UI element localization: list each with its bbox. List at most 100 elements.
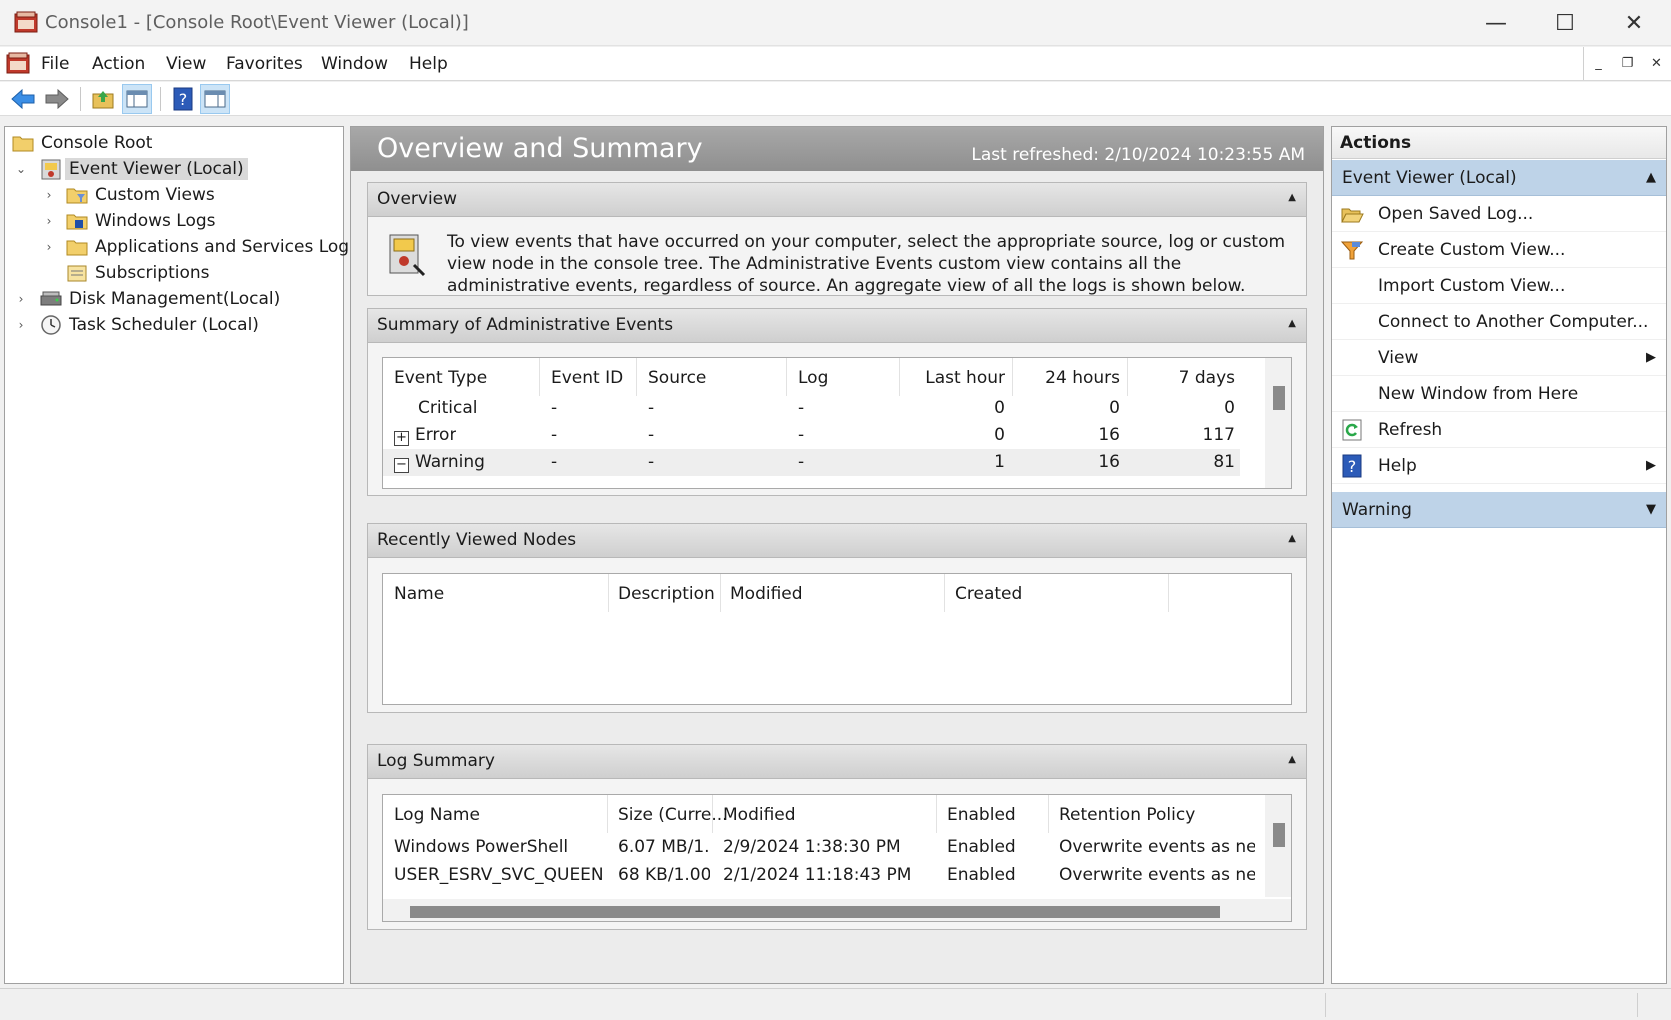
column-header-last-hour[interactable]: Last hour bbox=[908, 368, 1005, 388]
help-icon: ? bbox=[1342, 454, 1362, 478]
column-header-name[interactable]: Name bbox=[394, 584, 444, 604]
column-header-event-id[interactable]: Event ID bbox=[551, 368, 623, 388]
action-connect-another-computer[interactable]: Connect to Another Computer... bbox=[1332, 304, 1666, 340]
minimize-button[interactable]: — bbox=[1463, 0, 1529, 46]
row-warning-type[interactable]: − Warning bbox=[394, 452, 485, 473]
log-row-retention: Overwrite events as nece... bbox=[1059, 837, 1255, 857]
row-error-last-hour: 0 bbox=[994, 425, 1005, 445]
expand-plus-icon[interactable]: + bbox=[394, 431, 409, 446]
action-group-event-viewer[interactable]: Event Viewer (Local) ▲ bbox=[1332, 160, 1666, 196]
action-label: Refresh bbox=[1378, 420, 1443, 440]
column-header-log[interactable]: Log bbox=[798, 368, 828, 388]
scrollbar-thumb[interactable] bbox=[1273, 823, 1285, 847]
column-header-source[interactable]: Source bbox=[648, 368, 706, 388]
chevron-down-icon[interactable]: ⌄ bbox=[13, 162, 29, 176]
filter-icon bbox=[1340, 241, 1364, 260]
expand-arrow-icon[interactable]: ▼ bbox=[1646, 502, 1656, 517]
collapse-arrow-icon[interactable]: ▲ bbox=[1288, 318, 1296, 329]
action-refresh[interactable]: Refresh bbox=[1332, 412, 1666, 448]
close-button[interactable]: ✕ bbox=[1601, 0, 1667, 46]
column-header-24-hours[interactable]: 24 hours bbox=[1019, 368, 1120, 388]
chevron-right-icon[interactable]: › bbox=[41, 214, 57, 228]
column-header-modified[interactable]: Modified bbox=[723, 805, 796, 825]
forward-button[interactable] bbox=[42, 84, 72, 114]
maximize-button[interactable]: ☐ bbox=[1532, 0, 1598, 46]
tree-node-task-scheduler[interactable]: › Task Scheduler (Local) bbox=[13, 312, 259, 338]
row-error-event-id: - bbox=[551, 425, 558, 445]
action-open-saved-log[interactable]: Open Saved Log... bbox=[1332, 196, 1666, 232]
tree-node-event-viewer[interactable]: ⌄ Event Viewer (Local) bbox=[13, 156, 248, 182]
action-create-custom-view[interactable]: Create Custom View... bbox=[1332, 232, 1666, 268]
menu-view[interactable]: View bbox=[166, 54, 206, 74]
action-new-window-from-here[interactable]: New Window from Here bbox=[1332, 376, 1666, 412]
section-header[interactable]: Summary of Administrative Events ▲ bbox=[368, 309, 1306, 343]
menu-window[interactable]: Window bbox=[321, 54, 388, 74]
menu-file[interactable]: File bbox=[41, 54, 69, 74]
scrollbar-thumb[interactable] bbox=[410, 906, 1220, 918]
vertical-scrollbar[interactable] bbox=[1265, 358, 1291, 488]
section-header[interactable]: Recently Viewed Nodes ▲ bbox=[368, 524, 1306, 558]
action-help[interactable]: ? Help ▶ bbox=[1332, 448, 1666, 484]
log-row-name[interactable]: USER_ESRV_SVC_QUEENC... bbox=[394, 865, 604, 885]
column-header-size[interactable]: Size (Curre... bbox=[618, 805, 728, 825]
column-header-log-name[interactable]: Log Name bbox=[394, 805, 480, 825]
vertical-scrollbar[interactable] bbox=[1265, 795, 1291, 897]
show-hide-console-tree-button[interactable] bbox=[122, 84, 152, 114]
tree-node-console-root[interactable]: Console Root bbox=[11, 130, 152, 156]
console-icon[interactable] bbox=[6, 52, 30, 74]
console-tree: Console Root ⌄ Event Viewer (Local) › Cu… bbox=[4, 126, 358, 984]
chevron-right-icon[interactable]: › bbox=[41, 188, 57, 202]
collapse-arrow-icon[interactable]: ▲ bbox=[1288, 754, 1296, 765]
collapse-arrow-icon[interactable]: ▲ bbox=[1288, 533, 1296, 544]
menu-action[interactable]: Action bbox=[92, 54, 145, 74]
tree-node-subscriptions[interactable]: Subscriptions bbox=[65, 260, 209, 286]
back-button[interactable] bbox=[8, 84, 38, 114]
column-header-event-type[interactable]: Event Type bbox=[394, 368, 487, 388]
chevron-right-icon[interactable]: › bbox=[13, 318, 29, 332]
row-critical-log: - bbox=[798, 398, 805, 418]
mdi-close-button[interactable]: ✕ bbox=[1642, 47, 1671, 80]
section-header[interactable]: Overview ▲ bbox=[368, 183, 1306, 217]
section-title: Log Summary bbox=[377, 751, 495, 771]
section-title: Recently Viewed Nodes bbox=[377, 530, 577, 550]
column-header-description[interactable]: Description bbox=[618, 584, 715, 604]
row-critical-source: - bbox=[648, 398, 655, 418]
mdi-restore-button[interactable]: ❐ bbox=[1613, 47, 1642, 80]
chevron-right-icon[interactable]: › bbox=[13, 292, 29, 306]
section-header[interactable]: Log Summary ▲ bbox=[368, 745, 1306, 779]
help-button[interactable]: ? bbox=[168, 84, 198, 114]
up-one-level-button[interactable] bbox=[88, 84, 118, 114]
column-header-modified[interactable]: Modified bbox=[730, 584, 803, 604]
tree-node-app-services-logs[interactable]: › Applications and Services Logs bbox=[41, 234, 358, 260]
menu-favorites[interactable]: Favorites bbox=[226, 54, 303, 74]
menu-help[interactable]: Help bbox=[409, 54, 448, 74]
actions-header: Actions bbox=[1332, 127, 1666, 159]
tree-label: Disk Management(Local) bbox=[69, 289, 281, 309]
collapse-arrow-icon[interactable]: ▲ bbox=[1288, 192, 1296, 203]
row-error-type[interactable]: + Error bbox=[394, 425, 456, 446]
log-row-name[interactable]: Windows PowerShell bbox=[394, 837, 604, 857]
mdi-minimize-button[interactable]: _ bbox=[1584, 47, 1613, 80]
help-icon: ? bbox=[173, 87, 193, 111]
chevron-right-icon[interactable]: › bbox=[41, 240, 57, 254]
scrollbar-thumb[interactable] bbox=[1273, 386, 1285, 410]
row-warning-log: - bbox=[798, 452, 805, 472]
action-view[interactable]: View ▶ bbox=[1332, 340, 1666, 376]
tree-node-disk-management[interactable]: › Disk Management(Local) bbox=[13, 286, 281, 312]
column-header-7-days[interactable]: 7 days bbox=[1134, 368, 1235, 388]
action-group-warning[interactable]: Warning ▼ bbox=[1332, 492, 1666, 528]
show-hide-action-pane-button[interactable] bbox=[200, 84, 230, 114]
action-import-custom-view[interactable]: Import Custom View... bbox=[1332, 268, 1666, 304]
column-header-created[interactable]: Created bbox=[955, 584, 1022, 604]
tree-node-custom-views[interactable]: › Custom Views bbox=[41, 182, 215, 208]
collapse-arrow-icon[interactable]: ▲ bbox=[1646, 170, 1656, 185]
recent-nodes-table: Name Description Modified Created bbox=[382, 573, 1292, 705]
tree-label: Subscriptions bbox=[95, 263, 210, 283]
horizontal-scrollbar[interactable] bbox=[383, 899, 1291, 921]
row-critical-type[interactable]: Critical bbox=[418, 398, 477, 418]
column-header-enabled[interactable]: Enabled bbox=[947, 805, 1016, 825]
collapse-minus-icon[interactable]: − bbox=[394, 458, 409, 473]
tree-node-windows-logs[interactable]: › Windows Logs bbox=[41, 208, 216, 234]
toolbar: ? bbox=[0, 82, 1671, 116]
column-header-retention-policy[interactable]: Retention Policy bbox=[1059, 805, 1195, 825]
